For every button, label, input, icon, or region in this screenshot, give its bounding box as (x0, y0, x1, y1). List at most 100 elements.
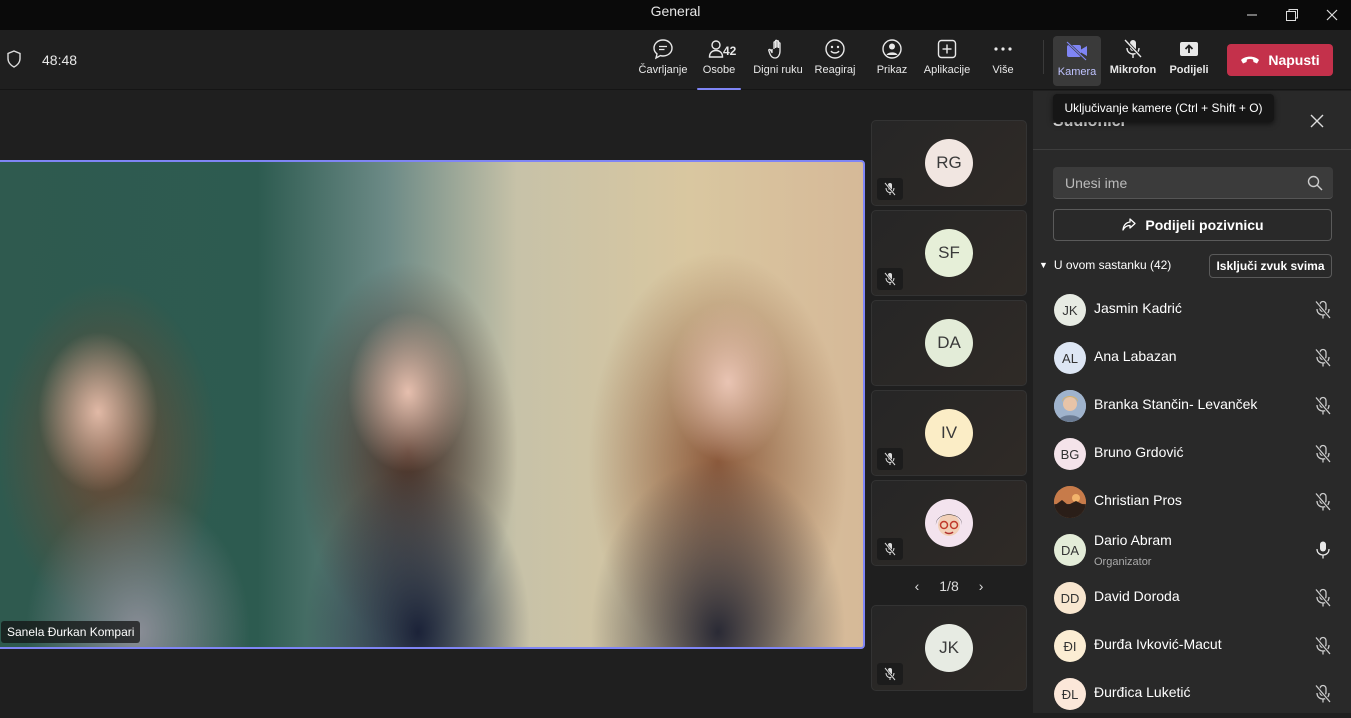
mic-off-icon (1314, 492, 1332, 511)
mic-off-icon (1123, 38, 1143, 59)
participant-row[interactable]: JK Jasmin Kadrić (1033, 286, 1351, 334)
avatar: JK (925, 624, 973, 672)
participant-tile[interactable]: RG (871, 120, 1027, 206)
avatar: JK (1054, 294, 1086, 326)
mic-off-icon (1314, 348, 1332, 367)
participant-name: Dario Abram (1094, 532, 1172, 548)
avatar (925, 499, 973, 547)
participant-row[interactable]: Christian Pros (1033, 478, 1351, 526)
muted-mic-icon (877, 448, 903, 470)
participant-tile[interactable]: DA (871, 300, 1027, 386)
participant-row[interactable]: ĐL Đurđica Luketić (1033, 670, 1351, 718)
muted-mic-icon (877, 268, 903, 290)
meeting-toolbar: 48:48 Čavrljanje 42 Osobe Digni ruku Rea… (0, 30, 1351, 90)
in-meeting-section-toggle[interactable]: ▼ U ovom sastanku (42) (1039, 258, 1171, 272)
camera-tooltip: Uključivanje kamere (Ctrl + Shift + O) (1053, 94, 1274, 122)
camera-button[interactable]: Kamera (1053, 36, 1101, 86)
react-button[interactable]: Reagiraj (814, 38, 856, 86)
participant-tile[interactable]: JK (871, 605, 1027, 691)
search-icon[interactable] (1307, 175, 1323, 191)
participants-panel: Sudionici Podijeli pozivnicu ▼ U ovom sa… (1033, 91, 1351, 713)
avatar: IV (925, 409, 973, 457)
caret-down-icon: ▼ (1039, 260, 1048, 270)
more-label: Više (992, 64, 1014, 76)
window-title: General (650, 3, 701, 19)
participant-name: Jasmin Kadrić (1094, 300, 1182, 316)
share-invite-button[interactable]: Podijeli pozivnicu (1053, 209, 1332, 241)
mic-off-icon (1314, 444, 1332, 463)
title-bar: General (0, 0, 1351, 30)
participant-tile[interactable]: IV (871, 390, 1027, 476)
participant-name: Bruno Grdović (1094, 444, 1184, 460)
section-label: U ovom sastanku (42) (1053, 258, 1172, 272)
search-input[interactable] (1053, 167, 1293, 198)
close-icon[interactable] (1307, 111, 1327, 131)
participant-name: Branka Stančin- Levanček (1094, 396, 1258, 412)
share-label: Podijeli (1169, 64, 1209, 76)
view-button[interactable]: Prikaz (875, 38, 909, 86)
hand-icon (768, 39, 781, 59)
avatar: DA (1054, 534, 1086, 566)
hang-up-icon (1241, 56, 1260, 64)
avatar: DA (925, 319, 973, 367)
people-label: Osobe (702, 64, 736, 76)
mic-on-icon (1316, 541, 1330, 559)
share-icon (1122, 218, 1137, 231)
leave-button[interactable]: Napusti (1227, 44, 1333, 76)
participant-name: Đurđica Luketić (1094, 684, 1191, 700)
close-window-button[interactable] (1309, 0, 1351, 30)
shield-icon (7, 50, 21, 68)
more-icon (994, 47, 1012, 51)
participant-name: David Doroda (1094, 588, 1180, 604)
participant-row[interactable]: AL Ana Labazan (1033, 334, 1351, 382)
raise-hand-label: Digni ruku (753, 64, 803, 76)
apps-button[interactable]: Aplikacije (922, 38, 972, 86)
participant-role: Organizator (1094, 556, 1152, 568)
participant-tile[interactable] (871, 480, 1027, 566)
chat-label: Čavrljanje (638, 64, 688, 76)
leave-label: Napusti (1268, 52, 1320, 68)
share-button[interactable]: Podijeli (1169, 38, 1209, 86)
mic-off-icon (1314, 684, 1332, 703)
mic-off-icon (1314, 636, 1332, 655)
avatar: RG (925, 139, 973, 187)
participant-name: Christian Pros (1094, 492, 1182, 508)
avatar: SF (925, 229, 973, 277)
divider (1033, 149, 1351, 150)
active-tab-indicator (697, 88, 741, 90)
speaker-nameplate: Sanela Đurkan Kompari (1, 621, 141, 643)
people-count-badge: 42 (723, 44, 737, 58)
participant-row[interactable]: Branka Stančin- Levanček (1033, 382, 1351, 430)
avatar (1054, 390, 1086, 422)
react-label: Reagiraj (814, 64, 856, 76)
add-app-icon (937, 39, 957, 59)
page-indicator: 1/8 (939, 578, 959, 594)
camera-label: Kamera (1057, 66, 1097, 78)
participant-row[interactable]: BG Bruno Grdović (1033, 430, 1351, 478)
mute-all-button[interactable]: Isključi zvuk svima (1209, 254, 1332, 278)
participant-row[interactable]: DA Dario Abram Organizator (1033, 526, 1351, 574)
avatar (1054, 486, 1086, 518)
more-button[interactable]: Više (988, 38, 1018, 86)
avatar: ĐL (1054, 678, 1086, 710)
main-video[interactable]: Sanela Đurkan Kompari (0, 160, 865, 649)
mic-button[interactable]: Mikrofon (1109, 38, 1157, 86)
raise-hand-button[interactable]: Digni ruku (751, 38, 805, 86)
view-label: Prikaz (876, 64, 908, 76)
share-screen-icon (1180, 42, 1198, 56)
view-icon (882, 39, 902, 59)
toolbar-divider (1043, 40, 1044, 74)
participant-row[interactable]: ĐI Đurđa Ivković-Macut (1033, 622, 1351, 670)
camera-off-icon (1066, 41, 1087, 61)
mic-off-icon (1314, 396, 1332, 415)
participant-tile[interactable]: SF (871, 210, 1027, 296)
chevron-left-icon[interactable]: ‹ (915, 578, 920, 594)
chevron-right-icon[interactable]: › (979, 578, 984, 594)
meeting-timer: 48:48 (42, 52, 78, 68)
participant-name: Ana Labazan (1094, 348, 1177, 364)
muted-mic-icon (877, 538, 903, 560)
chat-button[interactable]: Čavrljanje (638, 38, 688, 86)
participant-row[interactable]: DD David Doroda (1033, 574, 1351, 622)
mic-off-icon (1314, 300, 1332, 319)
people-button[interactable]: 42 Osobe (697, 38, 741, 90)
